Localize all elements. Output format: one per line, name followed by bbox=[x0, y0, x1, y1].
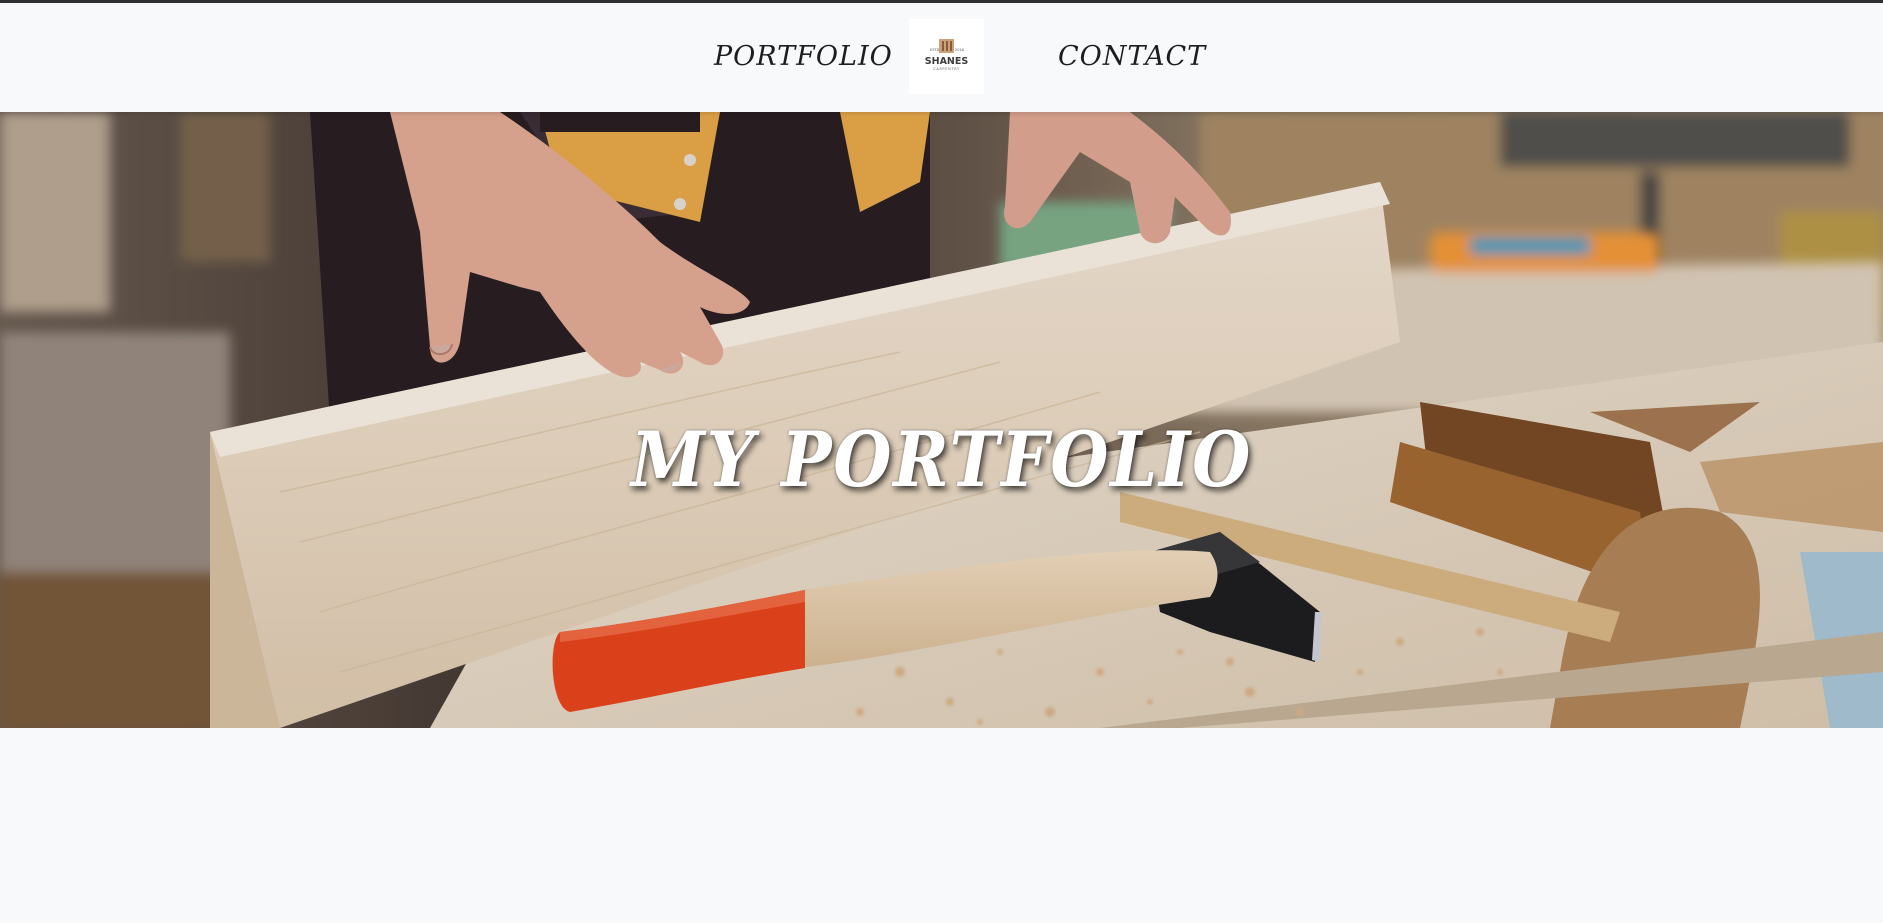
logo-estd-left: ESTD bbox=[930, 48, 940, 52]
nav-link-contact[interactable]: CONTACT bbox=[1058, 41, 1206, 72]
page-content-area bbox=[0, 728, 1883, 923]
brand-logo[interactable]: ESTD 2016 SHANES CARPENTRY bbox=[909, 19, 984, 94]
top-navbar: PORTFOLIO ESTD 2016 SHANES CARPENTRY CON… bbox=[0, 3, 1883, 112]
logo-name: SHANES bbox=[925, 56, 969, 67]
nav-link-portfolio[interactable]: PORTFOLIO bbox=[714, 41, 893, 72]
logo-tagline: CARPENTRY bbox=[933, 67, 960, 71]
hero-banner: MY PORTFOLIO bbox=[0, 112, 1883, 728]
logo-estd-right: 2016 bbox=[955, 48, 964, 52]
hero-title: MY PORTFOLIO bbox=[630, 414, 1253, 504]
